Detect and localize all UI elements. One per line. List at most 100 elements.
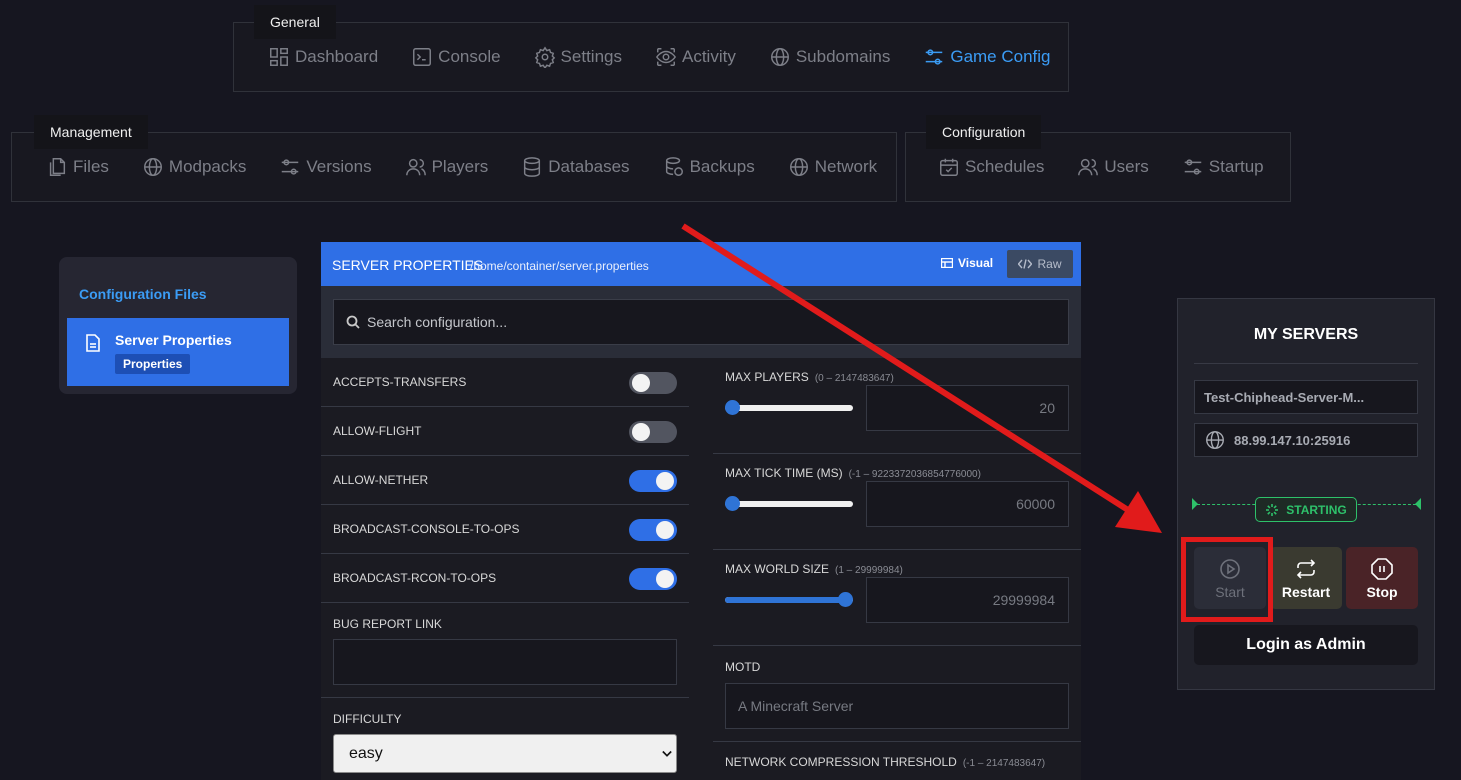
editor-header: SERVER PROPERTIES /home/container/server… <box>321 242 1081 286</box>
servers-title: MY SERVERS <box>1253 326 1359 343</box>
tab-raw[interactable]: Raw <box>1007 250 1073 278</box>
toggle-knob <box>632 374 650 392</box>
max-players-input[interactable]: 20 <box>866 385 1069 431</box>
nav-item-activity[interactable]: Activity <box>655 46 736 68</box>
slider-thumb[interactable] <box>838 592 853 607</box>
database-icon <box>524 157 541 177</box>
nav-item-dashboard[interactable]: Dashboard <box>268 46 378 68</box>
nav-item-files[interactable]: Files <box>46 156 109 178</box>
globe-icon <box>770 48 789 66</box>
restart-label: Restart <box>1281 583 1331 600</box>
nav-group-title: General <box>254 5 336 39</box>
max-world-size-input[interactable]: 29999984 <box>866 577 1069 623</box>
nav-item-label: Subdomains <box>795 47 891 66</box>
nav-item-backups[interactable]: Backups <box>663 156 755 178</box>
config-files-panel: Configuration Files Server Properties Pr… <box>59 257 297 394</box>
property-row: ALLOW-NETHER <box>321 456 689 505</box>
nav-item-startup[interactable]: Startup <box>1182 156 1264 178</box>
nav-group-title: Configuration <box>926 115 1042 149</box>
property-row: MAX WORLD SIZE (1 – 29999984) 29999984 <box>713 550 1081 646</box>
property-label: MOTD <box>725 660 761 674</box>
toggle-switch[interactable] <box>629 372 677 394</box>
console-icon <box>413 48 432 66</box>
property-label: BUG REPORT LINK <box>333 617 442 631</box>
nav-item-label: Versions <box>306 157 372 176</box>
config-file-server-properties[interactable]: Server Properties Properties <box>67 318 289 386</box>
max-tick-time-slider[interactable] <box>725 496 853 511</box>
slider-thumb[interactable] <box>725 496 740 511</box>
status-text: STARTING <box>1286 502 1347 517</box>
nav-item-label: Game Config <box>950 47 1051 66</box>
globe-icon <box>789 158 808 176</box>
stop-button[interactable]: Stop <box>1346 547 1418 609</box>
toggle-switch[interactable] <box>629 421 677 443</box>
nav-item-users[interactable]: Users <box>1077 156 1149 178</box>
max-tick-time-input[interactable]: 60000 <box>866 481 1069 527</box>
table-icon <box>941 258 953 268</box>
difficulty-select[interactable]: easy <box>333 734 677 773</box>
toggle-switch[interactable] <box>629 470 677 492</box>
restart-button[interactable]: Restart <box>1270 547 1342 609</box>
config-files-title: Configuration Files <box>79 286 207 302</box>
property-range: (-1 – 2147483647) <box>962 758 1046 769</box>
status-badge: STARTING <box>1255 497 1357 522</box>
slider-fill <box>725 597 845 603</box>
backup-icon <box>665 157 683 176</box>
sliders-icon <box>282 159 299 175</box>
toggle-knob <box>656 521 674 539</box>
tab-visual[interactable]: Visual <box>941 256 993 270</box>
annotation-highlight-box <box>1181 537 1273 622</box>
server-name-field[interactable]: Test-Chiphead-Server-M... <box>1194 380 1418 414</box>
property-label: DIFFICULTY <box>333 712 402 726</box>
nav-item-settings[interactable]: Settings <box>534 46 622 68</box>
nav-item-label: Files <box>73 157 109 176</box>
nav-item-game-config[interactable]: Game Config <box>923 46 1051 68</box>
users-icon <box>1078 158 1099 176</box>
properties-editor: SERVER PROPERTIES /home/container/server… <box>321 242 1081 780</box>
toggle-switch[interactable] <box>629 568 677 590</box>
property-row: NETWORK COMPRESSION THRESHOLD (-1 – 21474… <box>713 742 1081 780</box>
nav-item-databases[interactable]: Databases <box>521 156 630 178</box>
nav-item-players[interactable]: Players <box>405 156 489 178</box>
nav-item-schedules[interactable]: Schedules <box>938 156 1044 178</box>
max-players-slider[interactable] <box>725 400 853 415</box>
max-world-size-slider[interactable] <box>725 592 853 607</box>
toggle-knob <box>656 570 674 588</box>
nav-item-label: Databases <box>548 157 630 176</box>
nav-item-versions[interactable]: Versions <box>279 156 372 178</box>
bug-report-link-input[interactable] <box>333 639 677 685</box>
file-icon <box>86 334 100 352</box>
nav-item-label: Players <box>431 157 489 176</box>
nav-item-label: Dashboard <box>295 47 379 66</box>
property-range: (0 – 2147483647) <box>814 373 894 384</box>
toggle-switch[interactable] <box>629 519 677 541</box>
nav-item-modpacks[interactable]: Modpacks <box>142 156 246 178</box>
property-name: MAX PLAYERS <box>725 370 809 384</box>
nav-item-subdomains[interactable]: Subdomains <box>769 46 891 68</box>
server-address: 88.99.147.10:25916 <box>1234 432 1351 448</box>
nav-item-console[interactable]: Console <box>411 46 501 68</box>
property-row: DIFFICULTY easy <box>321 698 689 780</box>
property-row: BROADCAST-RCON-TO-OPS <box>321 554 689 603</box>
gear-icon <box>534 46 555 68</box>
chevron-down-icon <box>662 750 672 757</box>
property-range: (-1 – 9223372036854776000) <box>848 469 981 480</box>
server-address-field[interactable]: 88.99.147.10:25916 <box>1194 423 1418 457</box>
property-label: NETWORK COMPRESSION THRESHOLD (-1 – 21474… <box>725 755 1045 769</box>
my-servers-panel: MY SERVERS Test-Chiphead-Server-M... 88.… <box>1177 298 1435 690</box>
config-file-name: Server Properties <box>115 332 232 348</box>
search-placeholder: Search configuration... <box>367 314 508 330</box>
nav-item-label: Modpacks <box>168 157 247 176</box>
property-label: BROADCAST-CONSOLE-TO-OPS <box>333 522 520 536</box>
nav-item-label: Console <box>438 47 501 66</box>
property-name: MAX WORLD SIZE <box>725 562 830 576</box>
toggle-knob <box>632 423 650 441</box>
search-input[interactable]: Search configuration... <box>333 299 1069 345</box>
property-label: ALLOW-FLIGHT <box>333 424 422 438</box>
nav-item-network[interactable]: Network <box>788 156 877 178</box>
nav-group-title: Management <box>34 115 148 149</box>
motd-input[interactable]: A Minecraft Server <box>725 683 1069 729</box>
nav-item-label: Users <box>1104 157 1149 176</box>
login-as-admin-button[interactable]: Login as Admin <box>1194 625 1418 665</box>
slider-thumb[interactable] <box>725 400 740 415</box>
